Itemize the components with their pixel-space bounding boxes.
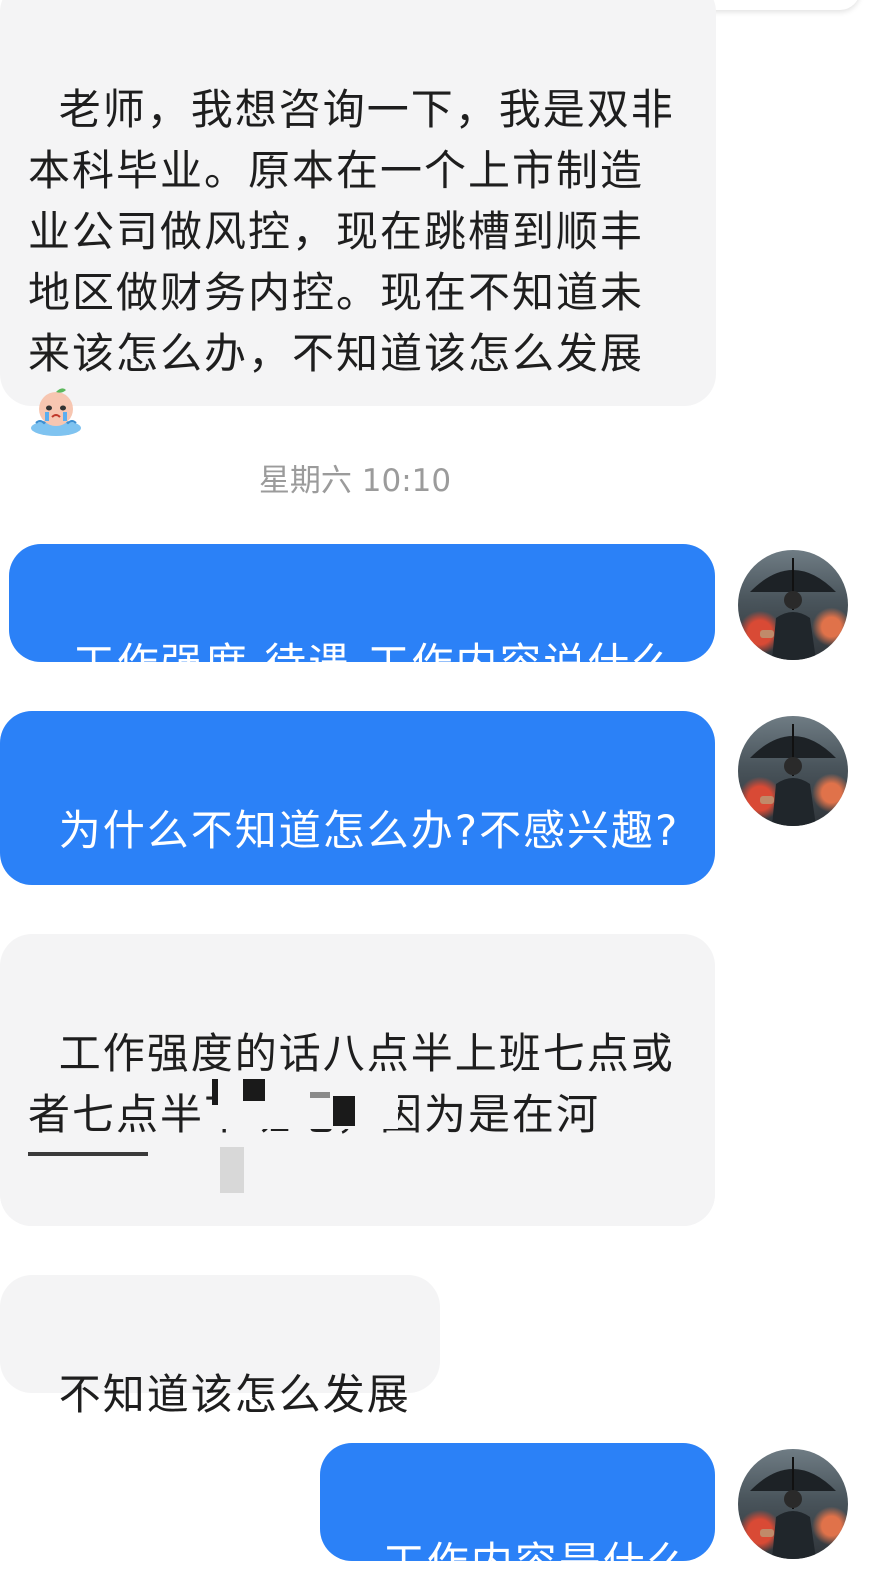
message-bubble-incoming[interactable]: 不知道该怎么发展 <box>0 1275 440 1419</box>
man-with-umbrella-icon <box>750 1457 836 1559</box>
man-with-umbrella-icon <box>750 558 836 660</box>
message-text: 工作强度 待遇 工作内容说什么 <box>72 639 676 688</box>
message-text: 老师，我想咨询一下，我是双非本科毕业。原本在一个上市制造业公司做风控，现在跳槽到… <box>28 85 675 378</box>
message-bubble-outgoing[interactable]: 工作强度 待遇 工作内容说什么 <box>9 544 715 688</box>
timestamp: 星期六 10:10 <box>258 463 452 499</box>
redaction-mark <box>243 1079 265 1101</box>
redaction-mark <box>220 1147 244 1193</box>
user-avatar[interactable] <box>738 1449 848 1559</box>
message-text: 为什么不知道怎么办?不感兴趣? <box>58 806 680 855</box>
redaction-mark <box>333 1096 355 1126</box>
redaction-mark <box>28 1152 148 1156</box>
user-avatar[interactable] <box>738 550 848 660</box>
message-text: 工作内容是什么 <box>382 1538 691 1587</box>
user-avatar[interactable] <box>738 716 848 826</box>
message-bubble-incoming[interactable]: 老师，我想咨询一下，我是双非本科毕业。原本在一个上市制造业公司做风控，现在跳槽到… <box>0 0 716 436</box>
man-with-umbrella-icon <box>750 724 836 826</box>
crying-peach-emoji-icon <box>28 385 84 437</box>
redaction-mark <box>310 1092 330 1098</box>
message-bubble-incoming[interactable]: 工作强度的话八点半上班七点或者七点半下班吧，因为是在河北，在 算是比较不错的一年 <box>0 934 715 1226</box>
message-bubble-outgoing[interactable]: 工作内容是什么 <box>320 1443 715 1587</box>
message-text: 不知道该怎么发展 <box>58 1370 411 1419</box>
message-bubble-outgoing[interactable]: 为什么不知道怎么办?不感兴趣? <box>0 711 715 885</box>
